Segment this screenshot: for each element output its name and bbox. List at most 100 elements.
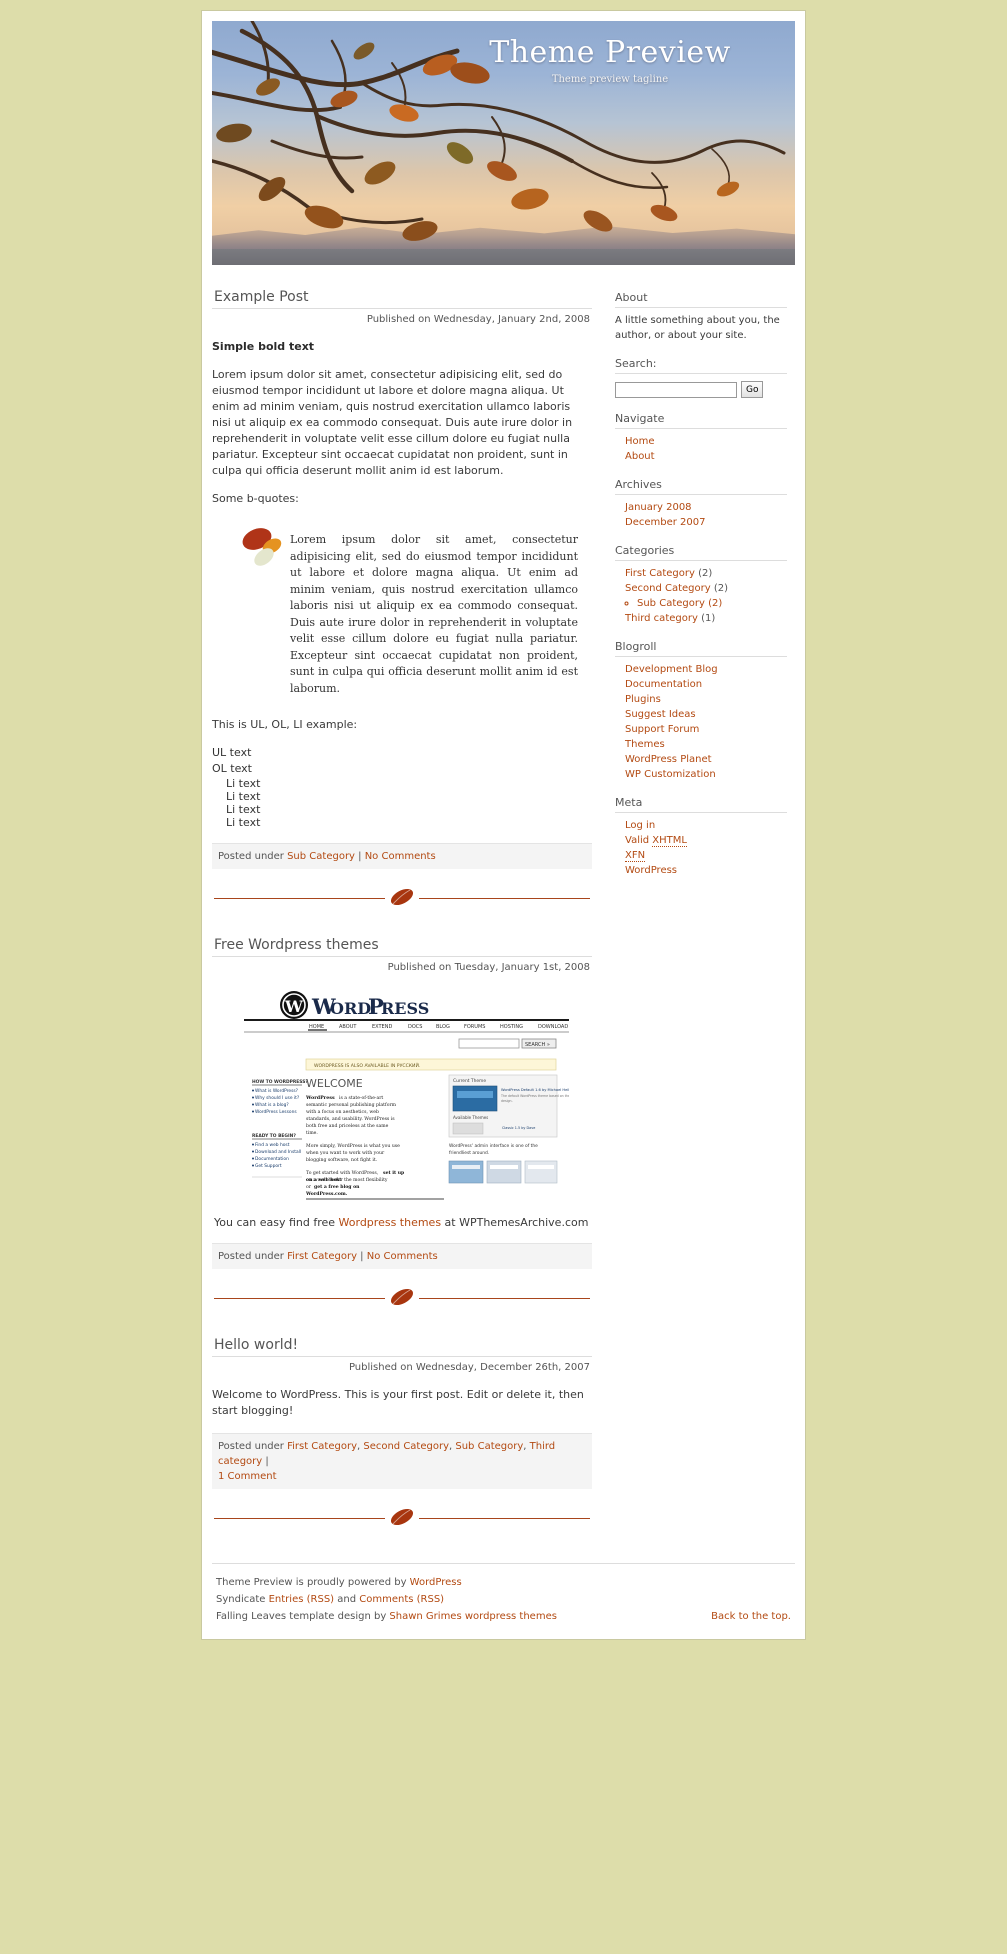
footer-entries-rss-link[interactable]: Entries (RSS) — [269, 1594, 334, 1605]
widget-title-archives: Archives — [615, 478, 787, 495]
footer-designer-link[interactable]: Shawn Grimes wordpress themes — [389, 1611, 557, 1622]
subcategory-link[interactable]: Sub Category — [637, 598, 705, 609]
widget-search: Search: Go — [615, 357, 787, 398]
widget-title-blogroll: Blogroll — [615, 640, 787, 657]
post-title[interactable]: Example Post — [214, 289, 592, 305]
post-date: Published on Tuesday, January 1st, 2008 — [212, 956, 592, 973]
blogroll-link[interactable]: Documentation — [625, 679, 702, 690]
post-title[interactable]: Free Wordpress themes — [214, 937, 592, 953]
wordpress-homepage-screenshot[interactable]: W W ORD P RESS HOME ABOUT EXTEND DOCS BL… — [244, 987, 569, 1203]
svg-text:More simply, WordPress is what: More simply, WordPress is what you use — [306, 1143, 400, 1149]
footer-line-syndicate: Syndicate Entries (RSS) and Comments (RS… — [216, 1591, 791, 1608]
archive-link[interactable]: January 2008 — [625, 502, 692, 513]
about-text: A little something about you, the author… — [615, 315, 780, 341]
meta-link-login[interactable]: Log in — [625, 820, 655, 831]
list-item: Log in — [625, 818, 787, 833]
meta-link-valid-xhtml[interactable]: Valid XHTML — [625, 835, 687, 847]
list-item: Third category (1) — [625, 611, 787, 626]
leaf-divider — [212, 1281, 592, 1316]
svg-text:Why should I use it?: Why should I use it? — [255, 1095, 300, 1101]
post-body: Welcome to WordPress. This is your first… — [212, 1387, 592, 1419]
meta-link-wordpress[interactable]: WordPress — [625, 865, 677, 876]
svg-text:blogging software, not fight i: blogging software, not fight it. — [306, 1157, 378, 1163]
list-item: WP Customization — [625, 767, 787, 782]
post-comments-link[interactable]: No Comments — [367, 1251, 438, 1262]
post-example-post: Example Post Published on Wednesday, Jan… — [212, 289, 592, 870]
caption-pre: You can easy find free — [214, 1216, 339, 1230]
post-date: Published on Wednesday, December 26th, 2… — [212, 1356, 592, 1373]
blockquote-intro: Some b-quotes: — [212, 491, 299, 505]
post-comments-link[interactable]: No Comments — [365, 851, 436, 862]
post-category-link[interactable]: Sub Category — [287, 851, 355, 862]
svg-text:get a free blog on: get a free blog on — [314, 1184, 360, 1190]
search-submit-button[interactable]: Go — [741, 381, 764, 398]
page-background: Theme Preview Theme preview tagline Exam… — [0, 0, 1007, 1954]
post-free-wordpress-themes: Free Wordpress themes Published on Tuesd… — [212, 937, 592, 1270]
meta-link-xfn[interactable]: XFN — [625, 850, 646, 862]
blogroll-link[interactable]: Suggest Ideas — [625, 709, 696, 720]
wordpress-themes-link[interactable]: Wordpress themes — [339, 1216, 442, 1229]
svg-text:ORD: ORD — [330, 999, 371, 1018]
category-link[interactable]: First Category — [625, 568, 695, 579]
divider-leaf-wrap — [385, 881, 419, 916]
list-item: About — [625, 449, 787, 464]
widget-title-search: Search: — [615, 357, 787, 374]
list-item: Li text — [226, 803, 261, 817]
post-title-link[interactable]: Free Wordpress themes — [214, 937, 379, 953]
category-link[interactable]: Third category — [625, 613, 698, 624]
ul-example: UL text — [212, 745, 592, 761]
svg-text:HOSTING: HOSTING — [500, 1024, 523, 1030]
posted-under-label: Posted under — [218, 851, 288, 863]
svg-text:SEARCH »: SEARCH » — [525, 1042, 550, 1048]
svg-text:or: or — [306, 1185, 312, 1190]
svg-text:time.: time. — [306, 1130, 318, 1136]
svg-text:both free and priceless at the: both free and priceless at the same — [306, 1123, 389, 1129]
post-paragraph: Welcome to WordPress. This is your first… — [212, 1388, 584, 1418]
post-comments-link[interactable]: 1 Comment — [218, 1471, 277, 1482]
post-category-link[interactable]: First Category — [287, 1441, 357, 1452]
footer-wordpress-link[interactable]: WordPress — [410, 1577, 462, 1588]
post-title-link[interactable]: Example Post — [214, 289, 308, 305]
svg-text:BLOG: BLOG — [436, 1024, 450, 1030]
search-input[interactable] — [615, 381, 737, 398]
blogroll-link[interactable]: Support Forum — [625, 724, 699, 735]
category-link[interactable]: Second Category — [625, 583, 711, 594]
post-category-link[interactable]: Sub Category — [455, 1441, 523, 1452]
post-paragraph: Lorem ipsum dolor sit amet, consectetur … — [212, 367, 573, 477]
site-title[interactable]: Theme Preview — [445, 35, 775, 70]
blogroll-link[interactable]: WP Customization — [625, 769, 716, 780]
post-title[interactable]: Hello world! — [214, 1337, 592, 1353]
blogroll-link[interactable]: WordPress Planet — [625, 754, 712, 765]
leaf-divider — [212, 881, 592, 916]
li-example-list: Li text Li text Li text Li text — [212, 777, 592, 829]
svg-text:with a focus on aesthetics, we: with a focus on aesthetics, web — [306, 1109, 379, 1115]
svg-text:READY TO BEGIN?: READY TO BEGIN? — [252, 1133, 296, 1139]
post-footer-meta: Posted under First Category, Second Cate… — [212, 1433, 592, 1490]
svg-text:Find a web host: Find a web host — [255, 1142, 290, 1148]
post-category-link[interactable]: Second Category — [363, 1441, 449, 1452]
nav-link-home[interactable]: Home — [625, 436, 655, 447]
svg-text:The default WordPress theme ba: The default WordPress theme based on the… — [500, 1094, 569, 1098]
blogroll-link[interactable]: Themes — [625, 739, 665, 750]
blogroll-link[interactable]: Plugins — [625, 694, 661, 705]
post-category-link[interactable]: First Category — [287, 1251, 357, 1262]
archives-list: January 2008 December 2007 — [615, 500, 787, 530]
sidebar: About A little something about you, the … — [602, 289, 787, 892]
svg-text:Download and Install: Download and Install — [255, 1149, 301, 1155]
nav-link-about[interactable]: About — [625, 451, 655, 462]
site-footer: Theme Preview is proudly powered by Word… — [212, 1563, 795, 1639]
xfn-abbr: XFN — [625, 850, 646, 862]
category-count: (2) — [708, 598, 723, 609]
svg-text:FORUMS: FORUMS — [464, 1024, 485, 1030]
wordpress-screenshot-graphic: W W ORD P RESS HOME ABOUT EXTEND DOCS BL… — [244, 987, 569, 1203]
post-title-link[interactable]: Hello world! — [214, 1337, 298, 1353]
back-to-top-link[interactable]: Back to the top. — [711, 1608, 791, 1625]
post-blockquote: Lorem ipsum dolor sit amet, consectetur … — [232, 518, 584, 703]
svg-text:semantic personal publishing p: semantic personal publishing platform — [306, 1102, 397, 1108]
site-tagline: Theme preview tagline — [551, 74, 669, 85]
footer-text: Falling Leaves template design by — [216, 1611, 390, 1623]
blogroll-link[interactable]: Development Blog — [625, 664, 718, 675]
archive-link[interactable]: December 2007 — [625, 517, 705, 528]
footer-comments-rss-link[interactable]: Comments (RSS) — [359, 1594, 444, 1605]
categories-list: First Category (2) Second Category (2) S… — [615, 566, 787, 626]
